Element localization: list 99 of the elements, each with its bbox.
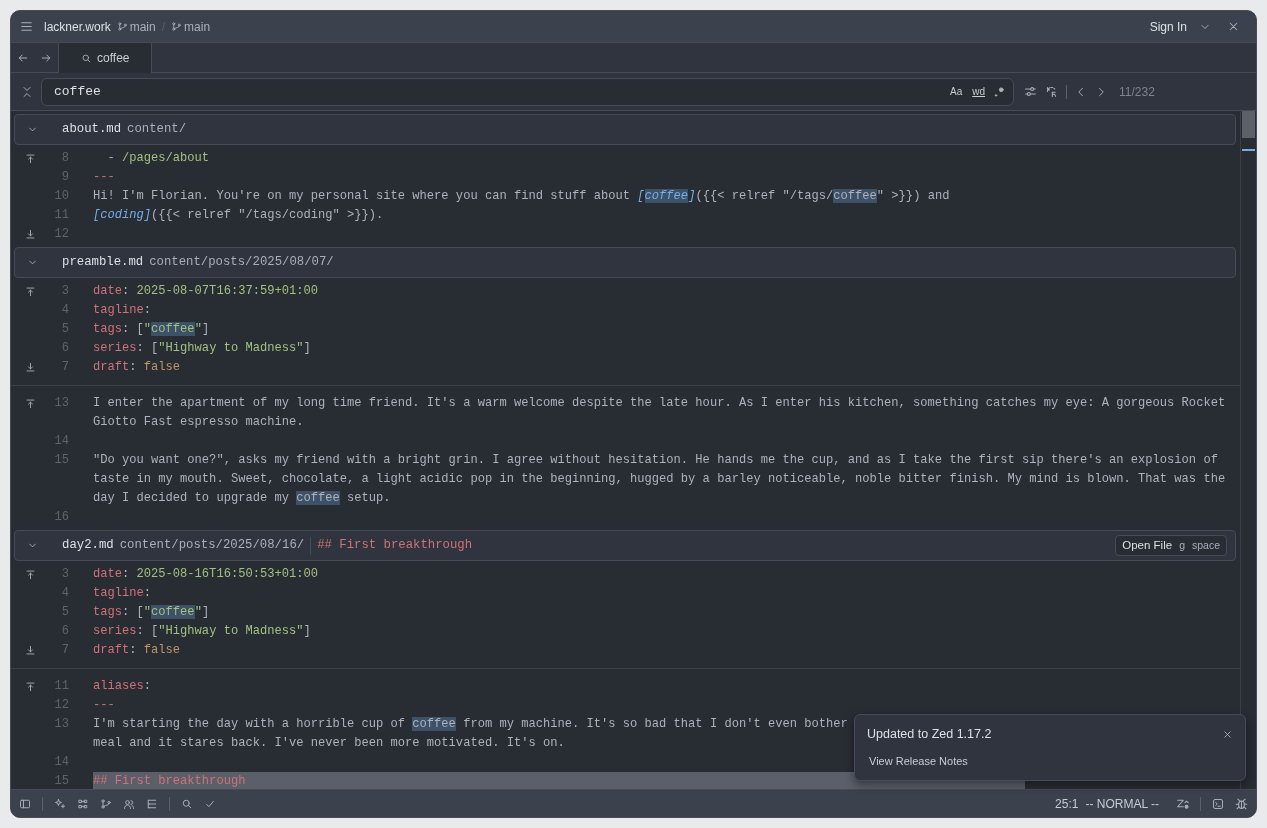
line-number: 3 <box>60 566 69 584</box>
code-line: tagline: <box>93 302 153 320</box>
users-icon[interactable] <box>123 797 135 810</box>
code-line: date: 2025-08-07T16:37:59+01:00 <box>93 283 319 301</box>
collapse-icon[interactable] <box>21 85 33 98</box>
search-field[interactable]: coffee Aa wd <box>41 77 1014 106</box>
code-line: day I decided to upgrade my coffee setup. <box>93 490 392 508</box>
branch-icon <box>171 21 183 32</box>
line-number: 13 <box>53 716 69 734</box>
replace-icon[interactable] <box>1045 85 1058 98</box>
code-line: taste in my mouth. Sweet, chocolate, a light acidic pop in the beginning, hugged by a barley noticeable, noble bitter finish. My mind is blown. That was the <box>93 471 1227 489</box>
line-number: 12 <box>53 226 69 244</box>
match-case-toggle[interactable]: Aa <box>949 84 963 99</box>
zed-status-icon[interactable] <box>1176 797 1189 810</box>
line-number: 8 <box>60 150 69 168</box>
panel-icon[interactable] <box>19 797 31 810</box>
line-number: 6 <box>60 340 69 358</box>
whole-word-toggle[interactable]: wd <box>972 84 985 99</box>
scroll-marker <box>1242 149 1255 151</box>
key-hint: space <box>1191 537 1220 553</box>
expand-up-icon[interactable] <box>24 681 36 692</box>
expand-up-icon[interactable] <box>24 398 36 409</box>
code-line: tagline: <box>93 585 153 603</box>
code-line: tags: ["coffee"] <box>93 604 211 622</box>
terminal-icon[interactable] <box>1212 797 1224 810</box>
path-separator: / <box>161 18 166 36</box>
menu-icon[interactable] <box>19 19 34 34</box>
line-number: 14 <box>53 433 69 451</box>
code-line: date: 2025-08-16T16:50:53+01:00 <box>93 566 319 584</box>
line-number: 15 <box>53 452 69 470</box>
code-line: --- <box>93 697 116 715</box>
branch-icon <box>116 21 128 32</box>
search-icon[interactable] <box>181 797 193 810</box>
vim-mode: -- NORMAL -- <box>1085 795 1159 813</box>
tree-icon[interactable] <box>77 797 89 810</box>
branch-name[interactable]: main <box>184 17 211 36</box>
tab[interactable]: coffee <box>59 43 153 73</box>
filter-icon[interactable] <box>1024 85 1037 98</box>
release-notes-button[interactable]: View Release Notes <box>867 752 970 770</box>
code-line: I'm starting the day with a horrible cup of coffee from my machine. It's so bad that I don't even bother <box>93 716 849 734</box>
line-number: 5 <box>60 604 69 622</box>
code-line: - /pages/about <box>106 150 211 168</box>
code-line: tags: ["coffee"] <box>93 321 211 339</box>
file-header[interactable]: about.md content/ <box>14 114 1236 145</box>
code-line: aliases: <box>93 678 153 696</box>
line-number: 9 <box>60 169 69 187</box>
line-number: 4 <box>60 302 69 320</box>
forward-arrow-icon[interactable] <box>40 51 53 64</box>
line-number: 16 <box>53 509 69 527</box>
code-line: series: ["Highway to Madness"] <box>93 623 312 641</box>
code-line: Giotto Fast espresso machine. <box>93 414 305 432</box>
code-line: I enter the apartment of my long time friend. It's a warm welcome despite the late hour. As I enter his kitchen, something catches my eye: A gorgeous Rocket <box>93 395 1227 413</box>
line-number: 6 <box>60 623 69 641</box>
expand-up-icon[interactable] <box>24 153 36 164</box>
line-number: 7 <box>60 359 69 377</box>
line-number: 12 <box>53 697 69 715</box>
line-number: 5 <box>60 321 69 339</box>
notification-title: Updated to Zed 1.17.2 <box>867 726 992 743</box>
cursor-position[interactable]: 25:1 <box>1055 794 1079 813</box>
expand-down-icon[interactable] <box>24 362 36 373</box>
project-name[interactable]: lackner.work <box>44 17 111 36</box>
code-line: "Do you want one?", asks my friend with a bright grin. I agree without hesitation. He hands me the cup, and as I take the first sip there's an explosion of <box>93 452 1219 470</box>
open-file-button[interactable]: Open File g space <box>1115 534 1227 557</box>
outline-icon[interactable] <box>146 797 158 810</box>
close-icon[interactable] <box>1227 20 1240 33</box>
line-number: 11 <box>53 678 69 696</box>
git-branch-icon[interactable] <box>100 797 112 810</box>
match-counter: 11/232 <box>1119 83 1155 101</box>
line-number: 3 <box>60 283 69 301</box>
line-number: 14 <box>53 754 69 772</box>
sign-in-button[interactable]: Sign In <box>1149 17 1187 36</box>
expand-down-icon[interactable] <box>24 645 36 656</box>
code-line: Hi! I'm Florian. You're on my personal site where you can find stuff about [coffee]({{< relref "/tags/coffee" >}}) and <box>93 188 951 206</box>
line-number: 15 <box>53 773 69 789</box>
line-number: 4 <box>60 585 69 603</box>
line-number: 11 <box>53 207 69 225</box>
code-line: [coding]({{< relref "/tags/coding" >}}). <box>93 207 385 225</box>
line-number: 13 <box>53 395 69 413</box>
code-line: draft: false <box>93 359 182 377</box>
key-hint: g <box>1179 537 1185 553</box>
line-number: 10 <box>53 188 69 206</box>
code-line: series: ["Highway to Madness"] <box>93 340 312 358</box>
code-line: meal and it stares back. I've never been more motivated. It's on. <box>93 735 566 753</box>
branch-name[interactable]: main <box>129 17 156 36</box>
search-icon <box>81 52 92 64</box>
expand-up-icon[interactable] <box>24 286 36 297</box>
expand-up-icon[interactable] <box>24 569 36 580</box>
sparkle-icon[interactable] <box>54 797 66 810</box>
code-line: draft: false <box>93 642 182 660</box>
line-number: 7 <box>60 642 69 660</box>
file-header[interactable]: day2.md content/posts/2025/08/16/ ## First breakthrough Open File g space <box>14 530 1236 561</box>
back-arrow-icon[interactable] <box>16 51 29 64</box>
expand-down-icon[interactable] <box>24 229 36 240</box>
close-icon[interactable] <box>1222 728 1233 740</box>
code-line: --- <box>93 169 116 187</box>
regex-icon[interactable] <box>993 85 1005 98</box>
bug-icon[interactable] <box>1235 797 1248 810</box>
scrollbar-thumb[interactable] <box>1242 111 1255 138</box>
file-header[interactable]: preamble.md content/posts/2025/08/07/ <box>14 247 1236 278</box>
